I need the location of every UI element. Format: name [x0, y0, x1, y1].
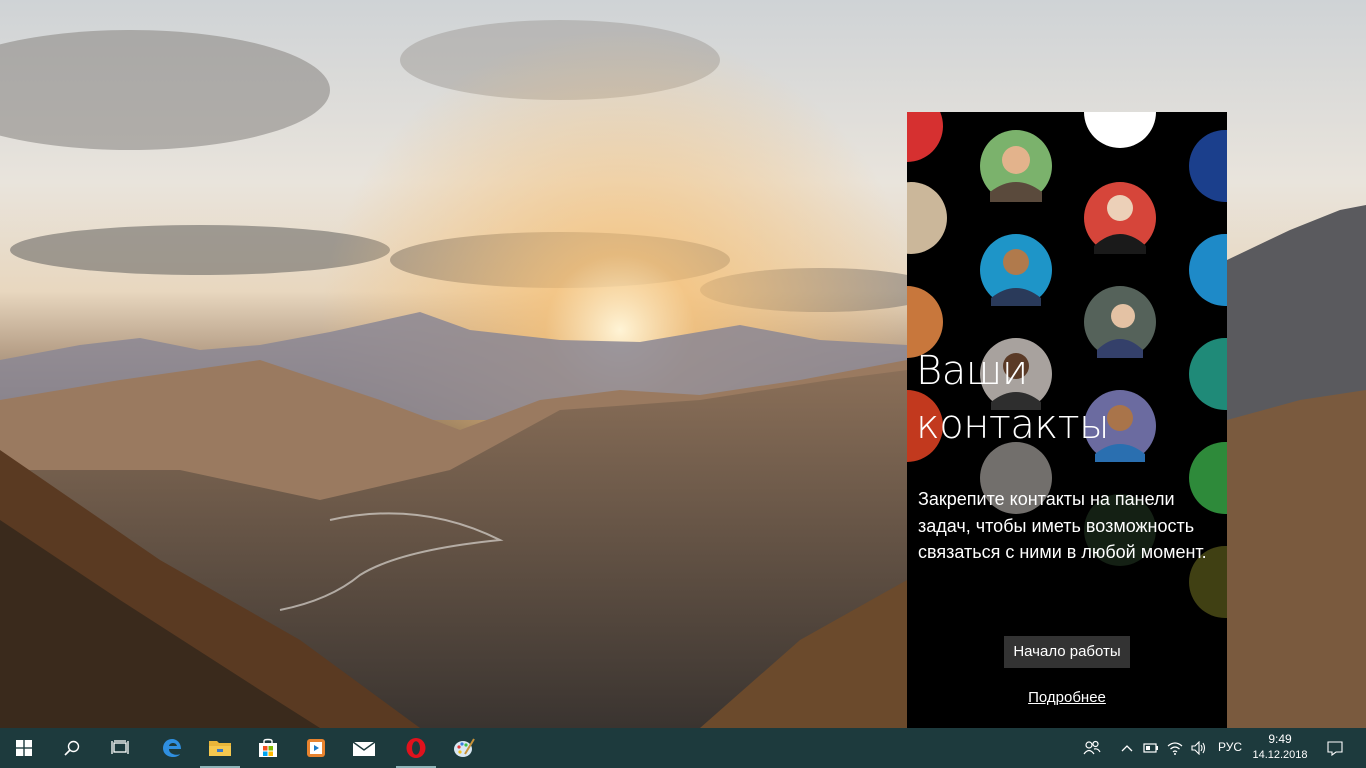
- panel-title: Ваши контакты: [916, 344, 1216, 452]
- store-button[interactable]: [244, 728, 292, 768]
- chevron-up-icon: [1121, 745, 1133, 752]
- speaker-icon: [1191, 741, 1206, 755]
- paint-icon: [454, 738, 475, 757]
- clock-time: 9:49: [1268, 732, 1292, 746]
- opera-button[interactable]: [392, 728, 440, 768]
- battery-tray-button[interactable]: [1140, 728, 1162, 768]
- learn-more-link[interactable]: Подробнее: [907, 689, 1227, 706]
- panel-title-line1: Ваши: [916, 348, 1028, 394]
- mail-icon: [352, 741, 376, 756]
- media-player-button[interactable]: [292, 728, 340, 768]
- battery-icon: [1143, 743, 1158, 753]
- action-center-button[interactable]: [1320, 728, 1350, 768]
- folder-icon: [209, 741, 231, 756]
- paint-button[interactable]: [440, 728, 488, 768]
- store-icon: [259, 738, 277, 757]
- clock[interactable]: 9:49 14.12.2018: [1250, 731, 1310, 763]
- panel-title-line2: контакты: [916, 402, 1110, 448]
- clock-date: 14.12.2018: [1252, 749, 1308, 761]
- people-icon: [1083, 740, 1101, 755]
- language-indicator[interactable]: РУС: [1218, 740, 1242, 754]
- search-icon: [64, 740, 80, 756]
- media-player-icon: [307, 739, 325, 757]
- people-panel: Ваши контакты Закрепите контакты на пане…: [907, 112, 1227, 728]
- mail-button[interactable]: [340, 728, 388, 768]
- taskbar: РУС 9:49 14.12.2018: [0, 728, 1366, 768]
- show-hidden-icons-button[interactable]: [1116, 728, 1138, 768]
- panel-description: Закрепите контакты на панели задач, чтоб…: [918, 489, 1207, 562]
- task-view-button[interactable]: [96, 728, 144, 768]
- edge-button[interactable]: [148, 728, 196, 768]
- notification-icon: [1327, 741, 1343, 756]
- volume-tray-button[interactable]: [1188, 728, 1210, 768]
- search-button[interactable]: [48, 728, 96, 768]
- file-explorer-button[interactable]: [196, 728, 244, 768]
- network-tray-button[interactable]: [1164, 728, 1186, 768]
- people-tray-button[interactable]: [1078, 728, 1106, 768]
- opera-icon: [406, 738, 426, 758]
- get-started-button[interactable]: Начало работы: [1004, 636, 1130, 668]
- task-view-icon: [111, 740, 129, 754]
- windows-logo-icon: [16, 740, 32, 756]
- start-button[interactable]: [0, 728, 48, 768]
- edge-icon: [163, 739, 181, 757]
- wifi-icon: [1167, 742, 1183, 755]
